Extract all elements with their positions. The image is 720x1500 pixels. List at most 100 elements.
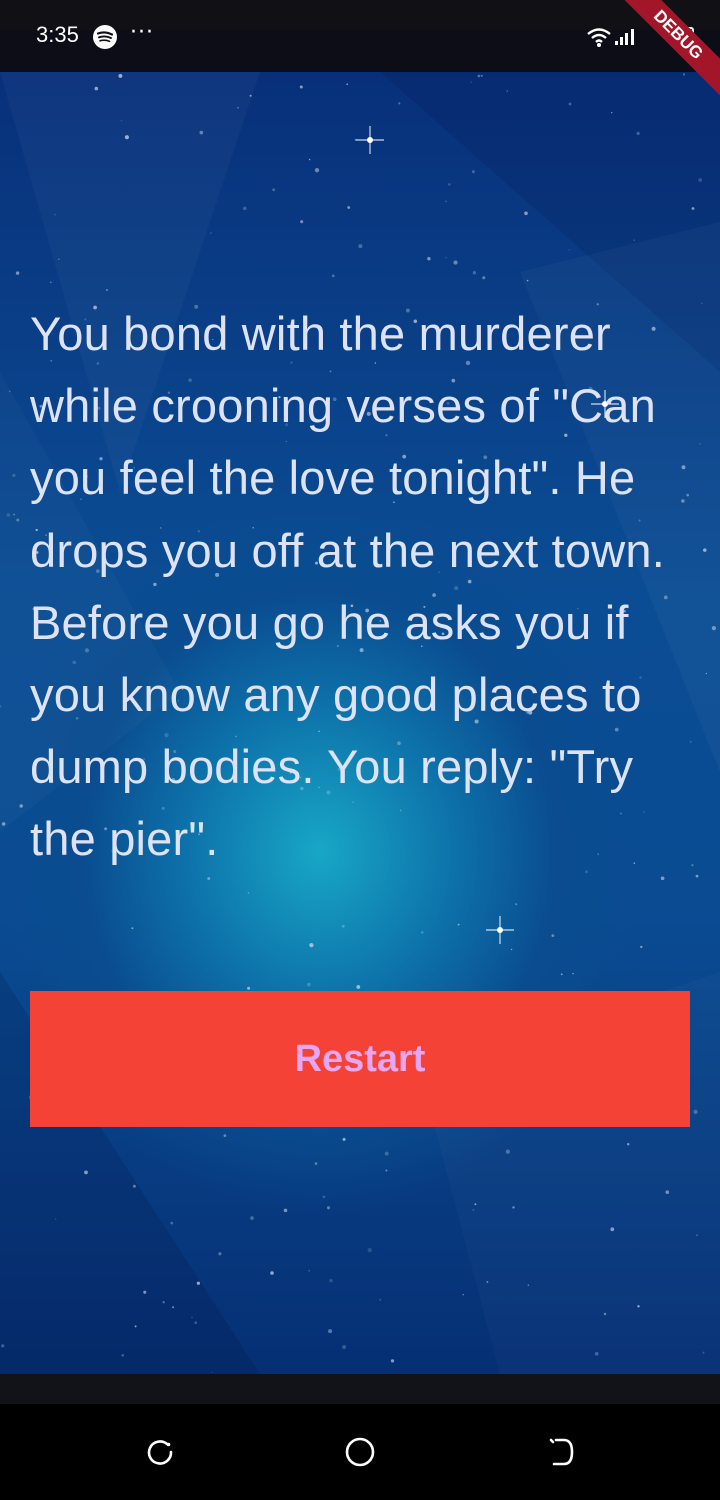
star — [247, 892, 250, 894]
restart-button[interactable]: Restart — [30, 991, 690, 1127]
star — [603, 1312, 607, 1316]
star — [445, 256, 447, 259]
star — [480, 74, 483, 77]
star — [6, 513, 11, 517]
star — [640, 945, 643, 949]
star — [15, 271, 20, 275]
star — [8, 390, 11, 393]
star — [243, 206, 247, 211]
star — [477, 74, 481, 78]
star — [341, 924, 345, 928]
star — [527, 1284, 529, 1286]
star — [633, 239, 635, 241]
star — [572, 972, 574, 975]
star — [308, 1269, 311, 1272]
star — [54, 1218, 57, 1220]
star — [610, 1227, 615, 1232]
star — [331, 274, 335, 278]
star — [470, 81, 472, 83]
star — [194, 1321, 198, 1325]
home-icon[interactable] — [340, 1432, 380, 1472]
star — [342, 1345, 347, 1350]
recents-icon[interactable] — [140, 1432, 180, 1472]
star — [237, 107, 239, 109]
star — [457, 923, 460, 926]
star — [329, 1278, 333, 1283]
star — [356, 985, 361, 989]
star — [308, 158, 311, 161]
star — [121, 1353, 125, 1357]
star — [309, 942, 314, 948]
star — [384, 1151, 389, 1156]
star — [472, 1208, 475, 1211]
sparkle — [356, 126, 384, 154]
star — [462, 1294, 465, 1296]
star — [705, 672, 708, 675]
star — [626, 1142, 630, 1146]
star — [218, 1252, 222, 1256]
star — [199, 130, 204, 135]
star — [691, 207, 695, 210]
star — [636, 131, 640, 136]
signal-icon — [615, 29, 634, 45]
star — [379, 1299, 381, 1301]
star — [703, 548, 707, 552]
star — [526, 279, 529, 282]
star — [84, 1170, 88, 1175]
star — [512, 1206, 515, 1209]
star — [131, 927, 134, 930]
star — [250, 1216, 254, 1220]
star — [568, 249, 571, 251]
star — [702, 1351, 705, 1354]
star — [120, 119, 123, 122]
star — [105, 288, 108, 292]
status-time: 3:35 — [36, 22, 79, 47]
navigation-bar — [0, 1404, 720, 1500]
star — [660, 876, 665, 881]
star — [453, 260, 458, 265]
star — [196, 1281, 201, 1285]
star — [506, 90, 509, 92]
more-icon: ··· — [130, 20, 154, 45]
star — [346, 83, 349, 86]
star — [665, 1190, 670, 1194]
star — [358, 244, 363, 249]
star — [551, 934, 555, 937]
sparkle — [486, 916, 514, 944]
star — [118, 73, 123, 78]
star — [54, 213, 56, 216]
star — [510, 948, 513, 951]
star — [247, 986, 251, 990]
star — [249, 94, 252, 97]
wifi-icon — [587, 28, 611, 47]
star — [322, 1195, 326, 1199]
star — [385, 1169, 388, 1172]
star — [698, 178, 703, 182]
star — [326, 1206, 331, 1210]
star — [448, 183, 451, 186]
star — [682, 73, 686, 76]
star — [143, 1290, 147, 1294]
star — [515, 903, 518, 906]
star — [611, 111, 613, 114]
star — [16, 518, 20, 522]
star — [314, 168, 320, 173]
star — [328, 1329, 333, 1334]
star — [272, 188, 276, 192]
back-icon[interactable] — [540, 1432, 580, 1472]
star — [211, 1371, 213, 1373]
star — [12, 473, 16, 477]
star — [132, 1184, 136, 1188]
star — [427, 257, 431, 261]
star — [524, 211, 528, 216]
star — [445, 200, 447, 203]
star — [134, 1325, 137, 1328]
star — [13, 513, 15, 516]
star — [50, 281, 52, 283]
star — [172, 1306, 175, 1309]
star — [300, 220, 304, 224]
star — [1, 1344, 5, 1348]
star — [693, 1109, 698, 1114]
star — [472, 170, 475, 174]
star — [696, 1234, 699, 1237]
